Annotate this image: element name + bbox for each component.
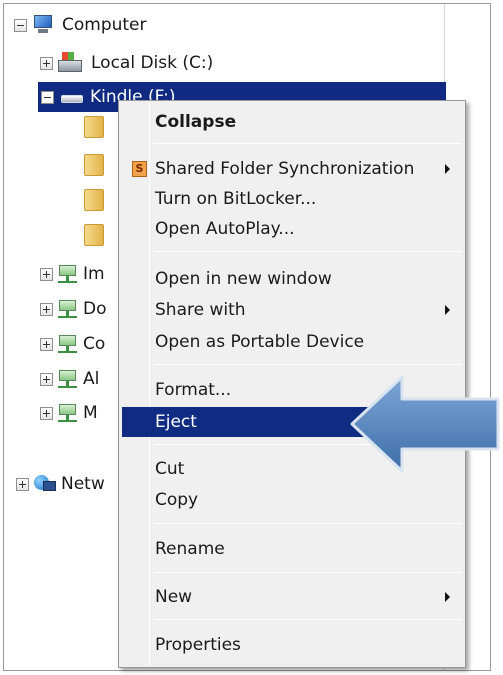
menu-item-rename[interactable]: Rename (122, 534, 462, 564)
removable-drive-icon (60, 88, 84, 106)
collapse-toggle-icon[interactable] (41, 90, 54, 104)
submenu-arrow-icon (445, 305, 450, 315)
menu-separator (153, 143, 461, 144)
menu-separator (153, 251, 461, 252)
menu-item-label: Properties (155, 635, 241, 655)
network-drive-icon (57, 403, 79, 423)
sync-icon: S (132, 161, 147, 177)
menu-separator (153, 364, 461, 365)
tree-item-local-disk[interactable]: Local Disk (C:) (40, 48, 213, 78)
tree-item-computer[interactable]: Computer (14, 10, 147, 40)
menu-item-share-with[interactable]: Share with (122, 295, 462, 325)
tree-item-label: Im (83, 264, 105, 284)
menu-item-label: Cut (155, 459, 185, 479)
menu-item-properties[interactable]: Properties (122, 630, 462, 660)
menu-separator (153, 572, 461, 573)
menu-separator (153, 523, 461, 524)
expand-toggle-icon[interactable] (40, 406, 53, 420)
tree-item-network[interactable]: Netw (16, 469, 105, 499)
hard-disk-icon (57, 51, 85, 75)
menu-item-label: Turn on BitLocker... (155, 189, 317, 209)
menu-item-new[interactable]: New (122, 582, 462, 612)
folder-icon[interactable] (84, 189, 104, 211)
menu-item-autoplay[interactable]: Open AutoPlay... (122, 214, 462, 244)
pointer-arrow-icon (350, 375, 500, 473)
menu-item-collapse[interactable]: Collapse (122, 107, 462, 137)
menu-item-label: Open as Portable Device (155, 332, 365, 352)
menu-item-bitlocker[interactable]: Turn on BitLocker... (122, 184, 462, 214)
expand-toggle-icon[interactable] (40, 56, 53, 70)
network-drive-icon (57, 299, 79, 319)
menu-item-label: New (155, 587, 193, 607)
menu-item-shared-folder-sync[interactable]: S Shared Folder Synchronization (122, 154, 462, 184)
expand-toggle-icon[interactable] (40, 267, 53, 281)
expand-toggle-icon[interactable] (40, 337, 53, 351)
menu-item-label: Open in new window (155, 269, 332, 289)
network-drive-icon (57, 334, 79, 354)
menu-item-label: Format... (155, 380, 232, 400)
submenu-arrow-icon (445, 164, 450, 174)
menu-item-label: Collapse (155, 112, 237, 132)
tree-item-network-drive[interactable]: Al (40, 364, 99, 394)
submenu-arrow-icon (445, 592, 450, 602)
menu-item-portable-device[interactable]: Open as Portable Device (122, 327, 462, 357)
tree-item-label: Do (83, 299, 107, 319)
network-drive-icon (57, 369, 79, 389)
tree-item-network-drive[interactable]: M (40, 398, 98, 428)
tree-item-label: M (83, 403, 98, 423)
network-drive-icon (57, 264, 79, 284)
folder-icon[interactable] (84, 154, 104, 176)
tree-item-network-drive[interactable]: Co (40, 329, 105, 359)
menu-item-label: Copy (155, 490, 199, 510)
computer-icon (30, 14, 56, 36)
expand-toggle-icon[interactable] (16, 477, 29, 491)
menu-item-label: Shared Folder Synchronization (155, 159, 415, 179)
collapse-toggle-icon[interactable] (14, 18, 27, 32)
tree-item-label: Local Disk (C:) (91, 53, 214, 73)
menu-item-label: Rename (155, 539, 225, 559)
tree-item-network-drive[interactable]: Do (40, 294, 107, 324)
tree-item-label: Computer (62, 15, 147, 35)
expand-toggle-icon[interactable] (40, 302, 53, 316)
tree-item-label: Co (83, 334, 106, 354)
menu-item-label: Share with (155, 300, 246, 320)
menu-item-copy[interactable]: Copy (122, 485, 462, 515)
menu-separator (153, 619, 461, 620)
folder-icon[interactable] (84, 116, 104, 138)
menu-item-label: Eject (155, 412, 197, 432)
network-icon (33, 474, 57, 494)
menu-item-open-new-window[interactable]: Open in new window (122, 264, 462, 294)
expand-toggle-icon[interactable] (40, 372, 53, 386)
tree-item-label: Al (83, 369, 100, 389)
folder-icon[interactable] (84, 224, 104, 246)
menu-item-label: Open AutoPlay... (155, 219, 295, 239)
tree-item-network-drive[interactable]: Im (40, 259, 105, 289)
tree-item-label: Netw (61, 474, 105, 494)
